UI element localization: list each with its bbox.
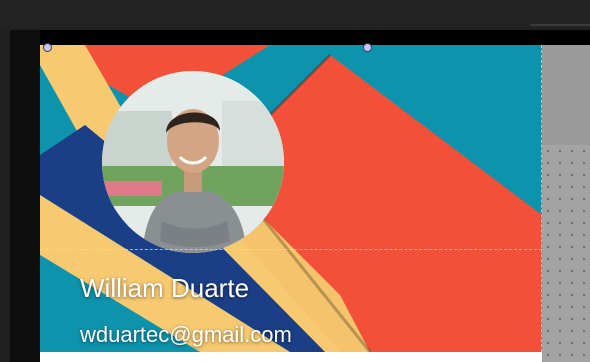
canvas-left-gutter <box>10 30 40 362</box>
profile-photo[interactable] <box>102 71 284 253</box>
top-bar-divider <box>530 24 590 26</box>
profile-photo-illustration <box>102 71 284 253</box>
side-panel-dot-grid <box>542 145 590 362</box>
vertical-guide-line <box>541 45 542 352</box>
side-panel-top <box>542 45 590 145</box>
card-name[interactable]: William Duarte <box>80 273 249 304</box>
card-bottom-edge <box>40 352 542 362</box>
business-card[interactable]: William Duarte wduartec@gmail.com <box>40 45 542 352</box>
editor-top-bar <box>0 0 590 28</box>
photo-flowers <box>102 181 162 196</box>
design-canvas[interactable]: William Duarte wduartec@gmail.com <box>10 30 590 362</box>
horizontal-guide-line <box>40 249 542 250</box>
card-email[interactable]: wduartec@gmail.com <box>80 322 292 348</box>
editor-window: William Duarte wduartec@gmail.com <box>0 0 590 362</box>
selection-handle-top-center[interactable] <box>363 43 372 52</box>
selection-handle-top-left[interactable] <box>43 43 52 52</box>
